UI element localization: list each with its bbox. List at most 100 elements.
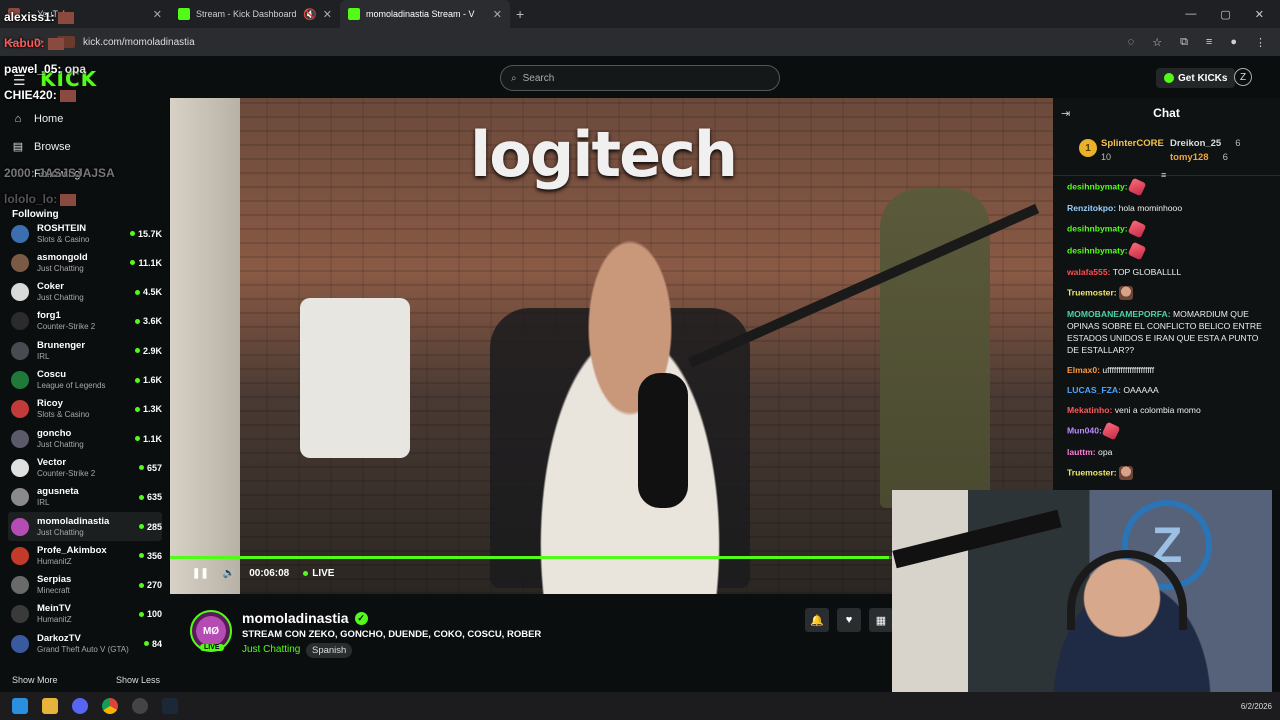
close-window-icon[interactable]: ✕ [1255,8,1264,21]
chat-username[interactable]: lauttm: [1067,447,1096,457]
sidebar-channel[interactable]: goncho Just Chatting 1.1K [8,424,162,453]
new-tab-button[interactable]: + [516,6,524,22]
channel-category: Just Chatting [37,527,84,537]
chat-username[interactable]: Mekatinho: [1067,405,1112,415]
gift-button[interactable]: ▦ [869,608,893,632]
chat-username[interactable]: LUCAS_FZA: [1067,385,1121,395]
tab-kick-dashboard[interactable]: Stream - Kick Dashboard 🔇 ✕ [170,0,340,28]
search-input[interactable]: ⌕ Search [500,65,780,91]
streamer-name[interactable]: momoladinastia ✓ [242,610,368,626]
face-emote-icon [1119,466,1134,480]
sidebar-channel[interactable]: momoladinastia Just Chatting 285 [8,512,162,541]
chat-username[interactable]: desihnbymaty: [1067,181,1128,191]
user-avatar[interactable]: Z [1234,68,1252,86]
close-icon[interactable]: ✕ [493,8,502,21]
live-dot-icon [143,641,149,647]
chat-text: OAAAAA [1123,385,1159,395]
sidebar-channel[interactable]: Coker Just Chatting 4.5K [8,278,162,307]
close-icon[interactable]: ✕ [153,8,162,21]
channel-avatar [11,283,29,302]
channel-name: Serpias [37,574,72,586]
obs-icon[interactable] [132,698,148,714]
chat-message: desihnbymaty: [1067,177,1272,197]
chat-username[interactable]: desihnbymaty: [1067,223,1128,233]
sidebar-channel[interactable]: forg1 Counter-Strike 2 3.6K [8,307,162,336]
pause-icon[interactable]: ❚❚ [192,568,209,579]
channel-avatar [11,458,29,477]
close-icon[interactable]: ✕ [323,8,332,21]
sidebar-channel[interactable]: Profe_Akimbox HumanitZ 356 [8,541,162,570]
notifications-button[interactable]: 🔔 [805,608,829,632]
channel-name: goncho [37,427,72,439]
live-badge: LIVE [200,644,224,651]
chat-username[interactable]: Truemoster: [1067,287,1117,297]
chat-username[interactable]: Mun040: [1067,425,1102,435]
sidebar-channel[interactable]: DarkozTV Grand Theft Auto V (GTA) 84 [8,629,162,658]
gifter-entry[interactable]: tomy128 6 [1170,152,1228,163]
channel-category: Counter-Strike 2 [37,322,96,332]
feather-emote-icon [1127,219,1147,239]
channel-avatar [11,517,29,536]
get-kicks-button[interactable]: Get KICKs [1156,68,1236,88]
follow-button[interactable]: ♥ [837,608,861,632]
collapse-chat-icon[interactable]: ⇥ [1061,107,1070,120]
language-tag[interactable]: Spanish [306,643,353,658]
verified-icon: ✓ [354,611,368,625]
expand-gifters-icon[interactable]: ≡ [1161,170,1166,180]
chat-username[interactable]: Elmax0: [1067,365,1100,375]
show-more-button[interactable]: Show More [12,675,58,685]
reading-list-icon[interactable]: ≡ [1206,36,1212,49]
sidebar-channel[interactable]: Vector Counter-Strike 2 657 [8,453,162,482]
windows-start-icon[interactable] [12,698,28,714]
address-bar-row: ⟵ ↻ kick.com/momoladinastia ◌ ☆ ⧉ ≡ ● ⋮ [0,28,1280,56]
chat-username[interactable]: desihnbymaty: [1067,245,1128,255]
eye-off-icon[interactable]: ◌ [1128,36,1135,49]
volume-icon[interactable]: 🔊 [223,568,235,579]
sidebar-channel[interactable]: asmongold Just Chatting 11.1K [8,248,162,277]
browser-toolbar-icons: ◌ ☆ ⧉ ≡ ● ⋮ [1128,36,1272,49]
video-logitech-banner: logitech [470,118,738,191]
category-link[interactable]: Just Chatting [242,644,300,655]
sidebar-channel[interactable]: agusneta IRL 635 [8,483,162,512]
gifter-name[interactable]: SplinterCORE [1101,138,1164,149]
channel-name: Ricoy [37,398,63,410]
discord-icon[interactable] [72,698,88,714]
channel-avatar [11,488,29,507]
maximize-icon[interactable]: ▢ [1220,8,1230,21]
sidebar-channel[interactable]: Brunenger IRL 2.9K [8,336,162,365]
chat-username[interactable]: MOMOBANEAMEPORFA: [1067,309,1171,319]
sidebar-channel[interactable]: ROSHTEIN Slots & Casino 15.7K [8,219,162,248]
sidebar-channel[interactable]: Ricoy Slots & Casino 1.3K [8,395,162,424]
chat-message: lauttm: opa [1067,446,1272,458]
chat-username[interactable]: walafa555: [1067,267,1110,277]
gifter-count: 6 [1222,152,1228,163]
overlay-chat-line: Kabu0: [4,30,115,56]
top-gifters: 1 SplinterCORE 10 Dreikon_25 6 tomy128 6 [1053,130,1280,176]
chat-message: desihnbymaty: [1067,219,1272,239]
video-progress-fill [170,556,889,559]
overlay-chat-line: alexiss1: [4,4,115,30]
chat-username[interactable]: Truemoster: [1067,467,1117,477]
chat-username[interactable]: Renzitokpo: [1067,203,1116,213]
steam-icon[interactable] [162,698,178,714]
star-icon[interactable]: ☆ [1152,36,1162,49]
gifter-entry[interactable]: Dreikon_25 6 [1170,138,1241,149]
overlay-chat-line [4,108,115,134]
sidebar-channel[interactable]: Coscu League of Legends 1.6K [8,366,162,395]
extensions-icon[interactable]: ⧉ [1180,36,1188,49]
channel-avatar [11,400,29,419]
menu-icon[interactable]: ⋮ [1255,36,1266,49]
tab-momoladinastia[interactable]: momoladinastia Stream - V ✕ [340,0,510,28]
show-less-button[interactable]: Show Less [116,675,160,685]
sidebar-channel[interactable]: Serpias Minecraft 270 [8,571,162,600]
file-explorer-icon[interactable] [42,698,58,714]
mute-icon[interactable]: 🔇 [303,8,317,21]
address-bar[interactable]: kick.com/momoladinastia [53,31,1118,53]
channel-name: Vector [37,456,67,468]
tab-title: momoladinastia Stream - V [366,9,475,19]
viewer-count: 635 [138,492,162,502]
sidebar-channel[interactable]: MeinTV HumanitZ 100 [8,600,162,629]
minimize-icon[interactable]: — [1185,8,1196,21]
profile-icon[interactable]: ● [1230,36,1237,49]
chrome-icon[interactable] [102,698,118,714]
